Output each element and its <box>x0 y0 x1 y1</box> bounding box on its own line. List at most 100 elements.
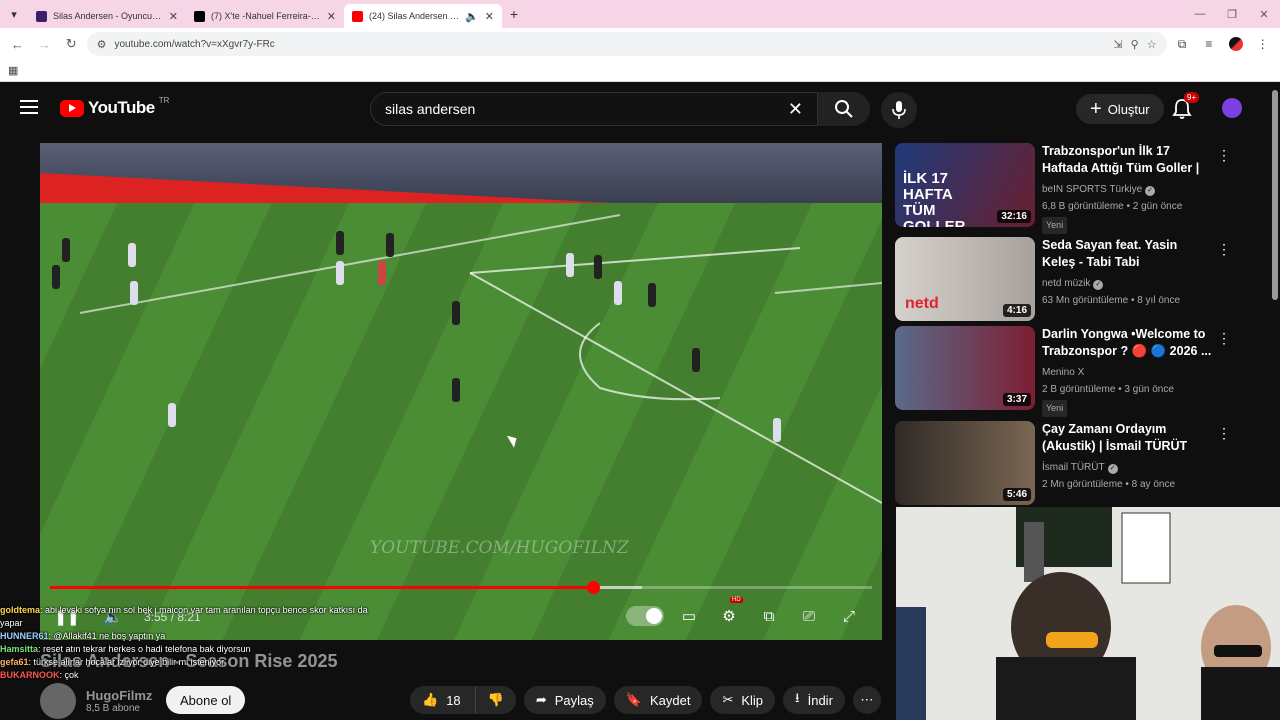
browser-tab-3[interactable]: (24) Silas Andersen - Season 🔈 ✕ <box>344 4 502 28</box>
cast-icon[interactable]: ⎚ <box>794 601 824 631</box>
notification-badge: 9+ <box>1184 92 1200 103</box>
search-input[interactable] <box>385 101 788 117</box>
close-window-button[interactable]: ✕ <box>1248 0 1280 28</box>
browser-tab-1[interactable]: Silas Andersen - Oyuncu profili ✕ <box>28 4 186 28</box>
tab-favicon <box>194 10 205 22</box>
kebab-menu-icon[interactable]: ⋮ <box>1217 425 1231 442</box>
recommendation-title[interactable]: Çay Zamanı Ordayım (Akustik) | İsmail TÜ… <box>1042 421 1212 455</box>
subscribe-button[interactable]: Abone ol <box>166 686 246 714</box>
duration-badge: 4:16 <box>1002 304 1031 317</box>
apps-grid-icon[interactable]: ▦ <box>8 64 18 77</box>
youtube-logo[interactable]: YouTube TR <box>60 96 169 118</box>
more-actions-button[interactable]: ⋯ <box>852 686 881 714</box>
video-thumbnail[interactable]: 3:37 <box>895 326 1035 410</box>
bookmark-star-icon[interactable]: ☆ <box>1147 38 1157 51</box>
close-icon[interactable]: ✕ <box>169 10 178 23</box>
zoom-icon[interactable]: ⚲ <box>1131 38 1139 51</box>
site-info-icon[interactable]: ⚙ <box>97 38 107 51</box>
tab-title: (24) Silas Andersen - Season <box>369 11 459 21</box>
verified-icon: ✓ <box>1107 464 1118 474</box>
recommendation-title[interactable]: Trabzonspor'un İlk 17 Haftada Attığı Tüm… <box>1042 143 1212 177</box>
dislike-button[interactable]: 👎 <box>474 686 516 714</box>
recommendation-item[interactable]: İLK 17 HAFTA TÜM GOLLER 32:16 Trabzonspo… <box>895 143 1231 234</box>
share-label: Paylaş <box>554 692 594 708</box>
close-icon[interactable]: ✕ <box>327 10 336 23</box>
search-box: ✕ <box>370 92 818 126</box>
progress-bar[interactable] <box>50 581 872 594</box>
browser-menu-icon[interactable]: ⋮ <box>1251 32 1274 56</box>
thumbnail-text: İLK 17 HAFTA TÜM GOLLER <box>903 170 966 228</box>
profile-avatar[interactable] <box>1224 32 1247 56</box>
menu-icon[interactable] <box>20 100 38 114</box>
browser-tab-2[interactable]: (7) X'te -Nahuel Ferreira-: "#Pa ✕ <box>186 4 344 28</box>
verified-icon: ✓ <box>1093 280 1104 290</box>
save-button[interactable]: 🔖 Kaydet <box>613 686 703 714</box>
clear-search-icon[interactable]: ✕ <box>788 99 803 120</box>
autoplay-toggle[interactable] <box>626 606 664 626</box>
recommendation-meta: netd müzik ✓ 63 Mn görüntüleme • 8 yıl ön… <box>1042 275 1180 309</box>
notifications-button[interactable]: 9+ <box>1172 92 1200 120</box>
kebab-menu-icon[interactable]: ⋮ <box>1217 330 1231 347</box>
tab-favicon <box>36 10 47 22</box>
install-app-icon[interactable]: ⇲ <box>1113 38 1122 51</box>
download-icon: ⭳ <box>795 690 800 705</box>
scrubber-handle[interactable] <box>586 581 600 594</box>
like-button[interactable]: 👍 18 <box>410 686 475 714</box>
recommendation-channel[interactable]: Menino X <box>1042 367 1084 378</box>
minimize-button[interactable]: — <box>1184 0 1216 28</box>
kebab-menu-icon[interactable]: ⋮ <box>1217 241 1231 258</box>
page-scrollbar[interactable] <box>1272 90 1278 300</box>
create-button[interactable]: + Oluştur <box>1076 94 1164 124</box>
share-icon: ➦ <box>535 692 547 707</box>
share-button[interactable]: ➦ Paylaş <box>523 686 606 714</box>
browser-tab-bar: ▾ Silas Andersen - Oyuncu profili ✕ (7) … <box>0 0 1280 28</box>
recommendation-stats: 2 B görüntüleme • 3 gün önce <box>1042 384 1174 395</box>
tab-search-button[interactable]: ▾ <box>0 0 28 28</box>
close-icon[interactable]: ✕ <box>485 10 494 23</box>
url-text[interactable]: youtube.com/watch?v=xXgvr7y-FRc <box>114 39 1105 50</box>
video-player[interactable]: YOUTUBE.COM/HUGOFILNZ ❚❚ 🔈 3:55 / 8:21 ▭… <box>40 143 882 640</box>
kebab-menu-icon[interactable]: ⋮ <box>1217 147 1231 164</box>
clip-button[interactable]: ✂ Klip <box>710 686 776 714</box>
miniplayer-icon[interactable]: ⧉ <box>754 601 784 631</box>
recommendation-channel[interactable]: İsmail TÜRÜT <box>1042 462 1105 473</box>
maximize-button[interactable]: ❐ <box>1216 0 1248 28</box>
media-control-icon[interactable]: ≡ <box>1197 32 1220 56</box>
speaker-icon[interactable]: 🔈 <box>465 10 479 23</box>
video-thumbnail[interactable]: netd 4:16 <box>895 237 1035 321</box>
recommendation-title[interactable]: Darlin Yongwa •Welcome to Trabzonspor ? … <box>1042 326 1212 360</box>
forward-button[interactable]: → <box>33 32 56 56</box>
voice-search-button[interactable] <box>881 92 917 128</box>
webcam-overlay <box>896 507 1280 720</box>
fullscreen-icon[interactable]: ⤢ <box>834 601 864 631</box>
download-button[interactable]: ⭳ İndir <box>783 686 845 714</box>
back-button[interactable]: ← <box>6 32 29 56</box>
player-controls-right: ▭ ⚙ HD ⧉ ⎚ ⤢ <box>626 597 864 631</box>
recommendation-item[interactable]: 3:37 Darlin Yongwa •Welcome to Trabzonsp… <box>895 326 1231 417</box>
settings-icon[interactable]: ⚙ HD <box>714 597 744 631</box>
youtube-header: YouTube TR ✕ + Oluştur 9+ <box>0 84 1280 134</box>
video-thumbnail[interactable]: İLK 17 HAFTA TÜM GOLLER 32:16 <box>895 143 1035 227</box>
recommendation-item[interactable]: netd 4:16 Seda Sayan feat. Yasin Keleş -… <box>895 237 1231 321</box>
channel-row: HugoFilmz 8,5 B abone <box>40 683 152 719</box>
omnibox[interactable]: ⚙ youtube.com/watch?v=xXgvr7y-FRc ⇲ ⚲ ☆ <box>86 32 1167 56</box>
reload-button[interactable]: ↻ <box>60 32 83 56</box>
extensions-icon[interactable]: ⧉ <box>1171 32 1194 56</box>
logo-wordmark: YouTube <box>88 98 155 117</box>
recommendation-item[interactable]: 5:46 Çay Zamanı Ordayım (Akustik) | İsma… <box>895 421 1231 505</box>
recommendation-channel[interactable]: beIN SPORTS Türkiye <box>1042 184 1142 195</box>
search-button[interactable] <box>818 92 870 126</box>
subtitles-icon[interactable]: ▭ <box>674 601 704 631</box>
channel-name[interactable]: HugoFilmz <box>86 688 152 703</box>
recommendation-title[interactable]: Seda Sayan feat. Yasin Keleş - Tabi Tabi <box>1042 237 1212 271</box>
channel-avatar[interactable] <box>40 683 76 719</box>
recommendation-stats: 63 Mn görüntüleme • 8 yıl önce <box>1042 295 1181 306</box>
recommendation-stats: 6,8 B görüntüleme • 2 gün önce <box>1042 201 1183 212</box>
video-thumbnail[interactable]: 5:46 <box>895 421 1035 505</box>
account-avatar[interactable] <box>1222 98 1242 118</box>
verified-icon: ✓ <box>1145 186 1156 196</box>
recommendation-meta: beIN SPORTS Türkiye ✓ 6,8 B görüntüleme •… <box>1042 181 1182 234</box>
window-controls: — ❐ ✕ <box>1184 0 1280 28</box>
recommendation-channel[interactable]: netd müzik <box>1042 278 1090 289</box>
new-tab-button[interactable]: + <box>502 6 526 22</box>
